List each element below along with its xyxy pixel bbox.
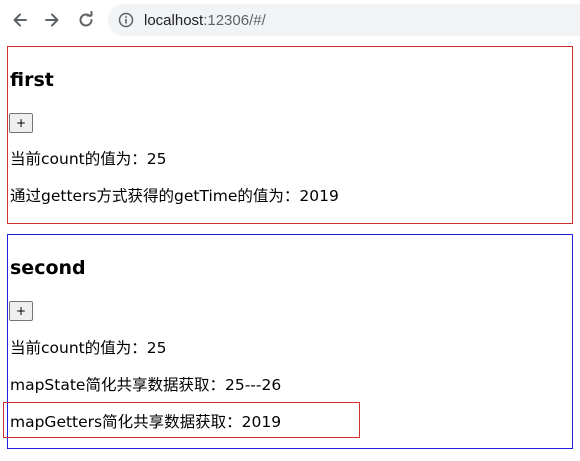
- first-increment-button[interactable]: +: [9, 113, 33, 133]
- arrow-left-icon: [13, 13, 27, 27]
- arrow-right-icon: [45, 13, 59, 27]
- second-count-text: 当前count的值为：25: [10, 339, 167, 357]
- back-button[interactable]: [8, 8, 32, 32]
- first-component: first + 当前count的值为：25 通过getters方式获得的getT…: [7, 46, 573, 224]
- url-host: localhost: [144, 11, 204, 29]
- second-increment-button[interactable]: +: [9, 301, 33, 321]
- first-getters-text: 通过getters方式获得的getTime的值为：2019: [10, 187, 339, 205]
- forward-button[interactable]: [40, 8, 64, 32]
- address-bar[interactable]: localhost:12306/#/: [108, 4, 580, 36]
- info-icon[interactable]: [118, 12, 134, 28]
- url-path: :12306/#/: [203, 11, 266, 29]
- first-count-text: 当前count的值为：25: [10, 150, 167, 168]
- url-text: localhost:12306/#/: [144, 12, 266, 29]
- mapgetters-highlight-frame: [3, 402, 360, 438]
- reload-button[interactable]: [74, 8, 98, 32]
- second-title: second: [10, 257, 86, 279]
- browser-toolbar: localhost:12306/#/: [0, 0, 580, 40]
- reload-icon: [79, 11, 93, 27]
- first-title: first: [10, 69, 54, 91]
- second-mapstate-text: mapState简化共享数据获取：25---26: [10, 376, 282, 394]
